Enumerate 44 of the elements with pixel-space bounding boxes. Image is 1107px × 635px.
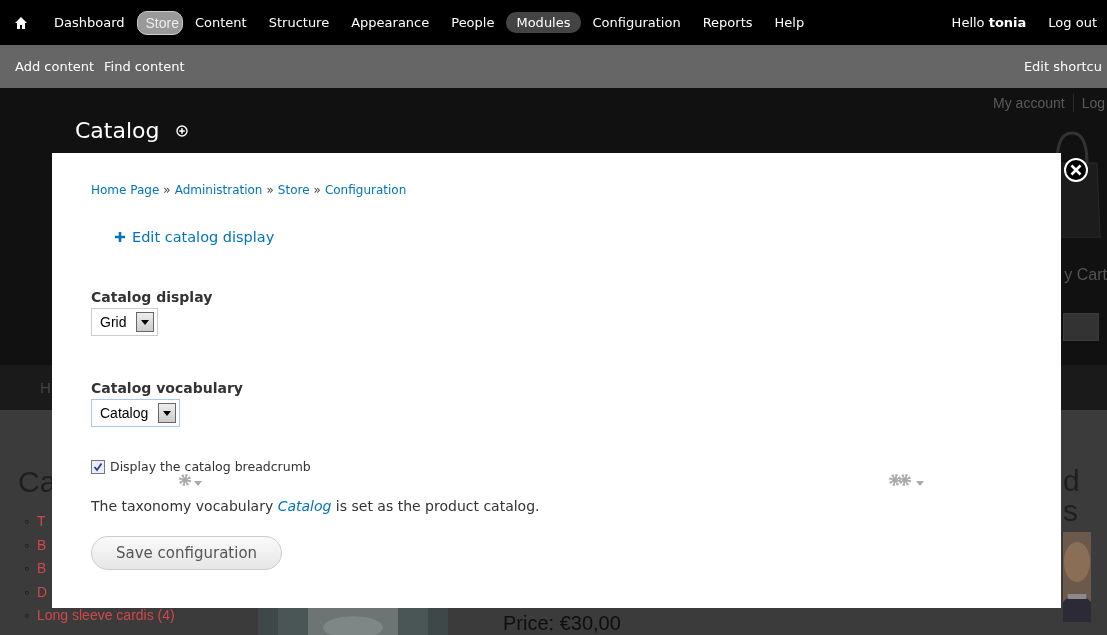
- breadcrumb-separator: »: [313, 183, 321, 197]
- catalog-link[interactable]: Catalog: [277, 498, 332, 514]
- edit-shortcuts-link[interactable]: Edit shortcu: [1018, 57, 1107, 76]
- list-bullet: ◦: [24, 512, 29, 531]
- checkbox[interactable]: [91, 459, 105, 474]
- list-bullet: ◦: [24, 559, 29, 578]
- list-bullet: ◦: [24, 606, 29, 625]
- shortcut-link[interactable]: Add content: [10, 57, 100, 76]
- overlay-title: Catalog: [75, 118, 160, 143]
- toolbar-menu-item[interactable]: Reports: [692, 12, 763, 33]
- toolbar-menu-item[interactable]: People: [441, 12, 505, 33]
- select-field[interactable]: Catalog: [91, 399, 181, 427]
- toolbar-menu-item[interactable]: Appearance: [341, 12, 440, 33]
- plus-icon[interactable]: [115, 232, 125, 242]
- toolbar-menu-item[interactable]: Modules: [506, 12, 581, 33]
- toolbar-menu-item[interactable]: Content: [185, 12, 257, 33]
- user-greeting: Hello tonia: [950, 14, 1028, 32]
- breadcrumb-link[interactable]: Administration: [174, 183, 263, 197]
- breadcrumb-separator: »: [266, 183, 274, 197]
- breadcrumb-separator: »: [163, 183, 171, 197]
- caret-icon: [136, 312, 155, 332]
- toolbar-menu-item[interactable]: Dashboard: [44, 12, 135, 33]
- caret-icon: [158, 403, 177, 423]
- add-shortcut-icon[interactable]: [175, 124, 188, 137]
- breadcrumb-link[interactable]: Configuration: [324, 183, 407, 197]
- toolbar-menu-item[interactable]: Help: [764, 12, 815, 33]
- field-label: Catalog vocabulary: [91, 380, 243, 396]
- logout-link[interactable]: Log out: [1038, 12, 1107, 33]
- search-field[interactable]: [1063, 313, 1099, 341]
- field-label: Catalog display: [91, 289, 213, 305]
- edit-catalog-link[interactable]: Edit catalog display: [132, 229, 275, 245]
- description-text: The taxonomy vocabulary: [91, 498, 274, 514]
- description-text: is set as the product catalog.: [335, 498, 540, 514]
- list-bullet: ◦: [24, 535, 29, 555]
- select-field[interactable]: Grid: [91, 308, 159, 336]
- toolbar-menu-item[interactable]: Configuration: [582, 12, 691, 33]
- breadcrumb-link[interactable]: Home Page: [91, 183, 160, 197]
- save-configuration-button[interactable]: Save configuration: [91, 536, 283, 570]
- shortcut-link[interactable]: Find content: [99, 57, 190, 76]
- list-bullet: ◦: [24, 582, 29, 602]
- checkbox-label[interactable]: Display the catalog breadcrumb: [110, 459, 311, 474]
- toolbar-menu-item[interactable]: Structure: [258, 12, 340, 33]
- home-icon[interactable]: [14, 15, 28, 30]
- breadcrumb-link[interactable]: Store: [277, 183, 310, 197]
